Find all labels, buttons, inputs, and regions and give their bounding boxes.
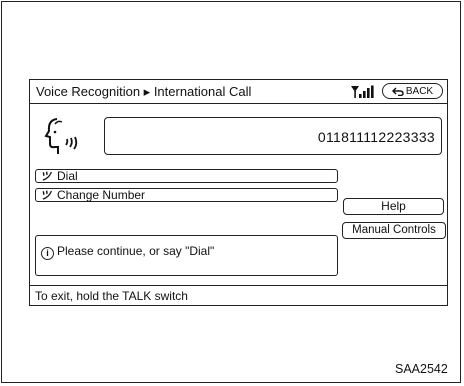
prompt-message: i Please continue, or say "Dial": [41, 244, 214, 260]
change-number-command-item[interactable]: ツ Change Number: [35, 188, 338, 202]
title-bar: Voice Recognition ▸ International Call B…: [30, 80, 447, 104]
prompt-message-box: i Please continue, or say "Dial": [35, 235, 338, 276]
nav-screen: Voice Recognition ▸ International Call B…: [29, 79, 448, 306]
change-number-label: Change Number: [57, 188, 146, 202]
voice-speaker-icon: [44, 118, 78, 154]
voice-command-icon: ツ: [40, 189, 51, 202]
signal-strength-icon: [351, 85, 374, 98]
dial-label: Dial: [57, 169, 78, 183]
dial-command-item[interactable]: ツ Dial: [35, 169, 338, 183]
info-icon: i: [41, 247, 54, 260]
back-label: BACK: [405, 85, 434, 97]
status-bar: To exit, hold the TALK switch: [30, 285, 447, 306]
phone-number-display: 011811112223333: [104, 117, 442, 155]
exit-hint: To exit, hold the TALK switch: [35, 289, 188, 303]
screen-title: Voice Recognition ▸ International Call: [36, 84, 252, 99]
back-button[interactable]: BACK: [382, 83, 443, 99]
phone-number: 011811112223333: [317, 129, 435, 145]
return-arrow-icon: [391, 87, 404, 96]
help-button[interactable]: Help: [343, 198, 444, 215]
manual-controls-button[interactable]: Manual Controls: [342, 222, 446, 239]
figure-code: SAA2542: [395, 362, 448, 376]
prompt-text: Please continue, or say "Dial": [57, 244, 215, 258]
voice-command-icon: ツ: [40, 170, 51, 183]
